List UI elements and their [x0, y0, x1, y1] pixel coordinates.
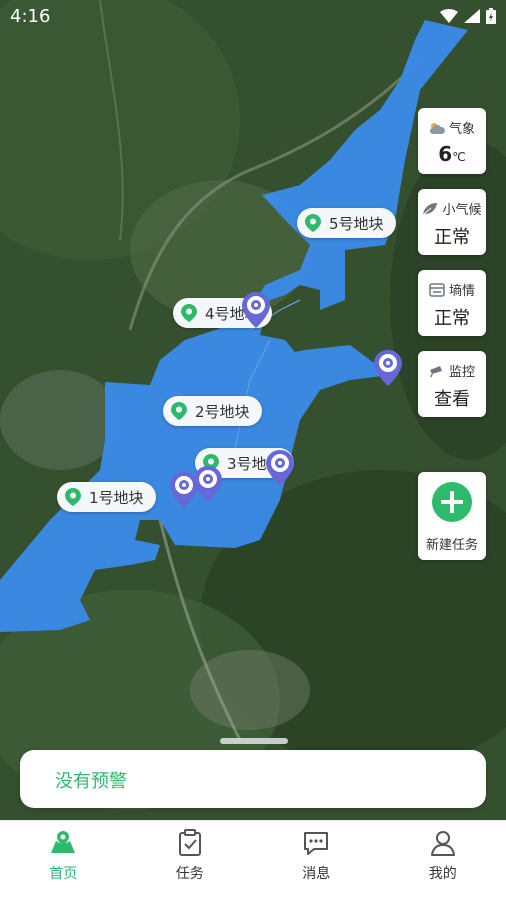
- status-time: 4:16: [10, 6, 50, 27]
- tab-profile[interactable]: 我的: [380, 821, 506, 901]
- camera-marker-icon[interactable]: [170, 472, 198, 508]
- weather-value: 6: [438, 142, 452, 166]
- soil-icon: [429, 283, 445, 297]
- alert-text: 没有预警: [55, 767, 127, 793]
- plot-label-2[interactable]: 2号地块: [163, 396, 262, 426]
- plot-label-text: 2号地块: [195, 401, 250, 422]
- soil-card[interactable]: 墒情 正常: [418, 270, 486, 336]
- monitor-title: 监控: [449, 361, 475, 380]
- weather-title: 气象: [449, 118, 475, 137]
- tab-label: 我的: [380, 863, 506, 883]
- camera-marker-icon[interactable]: [374, 350, 402, 386]
- sheet-drag-handle[interactable]: [220, 738, 288, 744]
- camera-marker-icon[interactable]: [194, 466, 222, 502]
- camera-marker-icon[interactable]: [242, 292, 270, 328]
- battery-icon: [486, 8, 496, 24]
- soil-value: 正常: [418, 304, 486, 330]
- tab-label: 消息: [253, 863, 380, 883]
- user-icon: [429, 829, 457, 857]
- location-pin-icon: [171, 402, 187, 420]
- weather-unit: ℃: [452, 150, 465, 164]
- microclimate-title: 小气候: [442, 199, 481, 218]
- plot-label-1[interactable]: 1号地块: [57, 482, 156, 512]
- camera-marker-icon[interactable]: [266, 450, 294, 486]
- leaf-icon: [422, 202, 438, 216]
- camera-icon: [429, 364, 445, 378]
- microclimate-value: 正常: [418, 223, 486, 249]
- wifi-icon: [440, 9, 458, 23]
- location-pin-icon: [65, 488, 81, 506]
- new-task-label: 新建任务: [418, 534, 486, 553]
- cloud-sun-icon: [429, 121, 445, 135]
- location-pin-icon: [181, 304, 197, 322]
- map-icon: [49, 829, 77, 857]
- monitor-card[interactable]: 监控 查看: [418, 351, 486, 417]
- bottom-tab-bar: 首页 任务 消息 我的: [0, 820, 506, 901]
- message-icon: [302, 829, 330, 857]
- plot-label-5[interactable]: 5号地块: [297, 208, 396, 238]
- new-task-button[interactable]: 新建任务: [418, 472, 486, 560]
- location-pin-icon: [305, 214, 321, 232]
- microclimate-card[interactable]: 小气候 正常: [418, 189, 486, 255]
- tab-messages[interactable]: 消息: [253, 821, 380, 901]
- weather-card[interactable]: 气象 6℃: [418, 108, 486, 174]
- status-icons: [440, 8, 496, 24]
- tab-tasks[interactable]: 任务: [127, 821, 254, 901]
- alert-panel[interactable]: 没有预警: [20, 750, 486, 808]
- plus-icon: [432, 482, 472, 522]
- monitor-value: 查看: [418, 385, 486, 411]
- signal-icon: [464, 9, 480, 23]
- tab-label: 任务: [127, 863, 254, 883]
- soil-title: 墒情: [449, 280, 475, 299]
- status-bar: 4:16: [0, 0, 506, 34]
- plot-label-text: 5号地块: [329, 213, 384, 234]
- tab-home[interactable]: 首页: [0, 821, 127, 901]
- tab-label: 首页: [0, 863, 127, 883]
- clipboard-icon: [176, 829, 204, 857]
- plot-label-text: 1号地块: [89, 487, 144, 508]
